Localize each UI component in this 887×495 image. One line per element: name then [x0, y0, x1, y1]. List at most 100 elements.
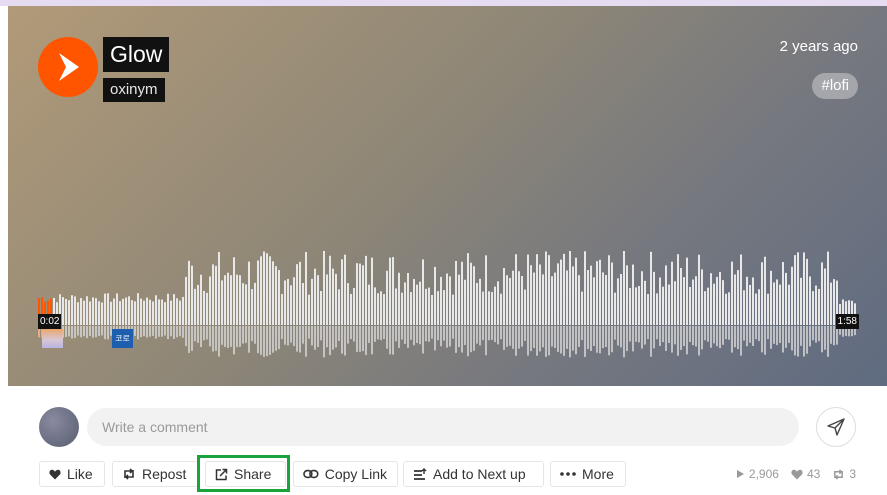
waveform-bar-reflection[interactable]: [815, 326, 817, 343]
waveform-bar-reflection[interactable]: [770, 326, 772, 349]
waveform-bar-reflection[interactable]: [590, 326, 592, 351]
waveform-bar[interactable]: [134, 301, 136, 325]
waveform-bar-reflection[interactable]: [335, 326, 337, 348]
waveform-bar-reflection[interactable]: [179, 326, 181, 337]
waveform-bar-reflection[interactable]: [326, 326, 328, 348]
waveform-bar[interactable]: [431, 294, 433, 325]
waveform-bar[interactable]: [614, 292, 616, 325]
waveform-bar[interactable]: [113, 298, 115, 325]
waveform-bar[interactable]: [815, 285, 817, 325]
waveform-bar-reflection[interactable]: [359, 326, 361, 352]
waveform-bar-reflection[interactable]: [614, 326, 616, 340]
waveform-bar[interactable]: [323, 251, 325, 325]
waveform-bar-reflection[interactable]: [143, 326, 145, 337]
waveform-bar-reflection[interactable]: [794, 326, 796, 356]
waveform-bar-reflection[interactable]: [704, 326, 706, 341]
waveform-bar[interactable]: [380, 291, 382, 325]
waveform-bar[interactable]: [797, 252, 799, 325]
waveform-bar[interactable]: [329, 255, 331, 325]
waveform-bar-reflection[interactable]: [386, 326, 388, 349]
waveform-bar-reflection[interactable]: [404, 326, 406, 344]
waveform-bar-reflection[interactable]: [227, 326, 229, 348]
waveform-bar[interactable]: [104, 293, 106, 325]
waveform-bar-reflection[interactable]: [221, 326, 223, 345]
waveform-bar-reflection[interactable]: [383, 326, 385, 339]
waveform-bar-reflection[interactable]: [485, 326, 487, 356]
waveform-bar-reflection[interactable]: [797, 326, 799, 357]
waveform-bar[interactable]: [197, 284, 199, 325]
waveform-bar-reflection[interactable]: [71, 326, 73, 339]
waveform-bar[interactable]: [302, 282, 304, 325]
waveform-bar-reflection[interactable]: [611, 326, 613, 353]
waveform-bar[interactable]: [233, 257, 235, 325]
waveform-bar[interactable]: [176, 298, 178, 325]
waveform-bar-reflection[interactable]: [107, 326, 109, 340]
waveform-bar-reflection[interactable]: [176, 326, 178, 338]
waveform-bar[interactable]: [383, 294, 385, 325]
waveform-bar[interactable]: [656, 293, 658, 325]
waveform-bar[interactable]: [440, 276, 442, 325]
waveform-bar[interactable]: [389, 257, 391, 325]
waveform-bar[interactable]: [317, 275, 319, 325]
waveform-bar-reflection[interactable]: [650, 326, 652, 357]
waveform-bar[interactable]: [755, 293, 757, 325]
waveform-bar[interactable]: [338, 289, 340, 325]
waveform-bar-reflection[interactable]: [683, 326, 685, 347]
waveform-bar-reflection[interactable]: [698, 326, 700, 356]
waveform-bar-reflection[interactable]: [701, 326, 703, 350]
waveform-bars[interactable]: [38, 251, 859, 361]
waveform-bar[interactable]: [92, 297, 94, 325]
waveform-bar-reflection[interactable]: [440, 326, 442, 347]
waveform-bar-reflection[interactable]: [158, 326, 160, 337]
waveform-bar[interactable]: [584, 251, 586, 325]
waveform-bar[interactable]: [356, 263, 358, 325]
waveform-bar-reflection[interactable]: [317, 326, 319, 347]
waveform-bar-reflection[interactable]: [185, 326, 187, 347]
waveform-bar-reflection[interactable]: [140, 326, 142, 338]
waveform-bar[interactable]: [626, 265, 628, 325]
waveform-bar-reflection[interactable]: [722, 326, 724, 345]
waveform-bar-reflection[interactable]: [656, 326, 658, 340]
waveform-bar-reflection[interactable]: [641, 326, 643, 349]
waveform-bar[interactable]: [587, 270, 589, 325]
waveform-bar[interactable]: [353, 288, 355, 325]
waveform-bar[interactable]: [71, 295, 73, 325]
waveform-bar[interactable]: [185, 276, 187, 325]
waveform-bar[interactable]: [320, 290, 322, 325]
waveform-bar[interactable]: [278, 270, 280, 325]
waveform-bar-reflection[interactable]: [761, 326, 763, 353]
waveform-bar[interactable]: [167, 293, 169, 325]
waveform-bar[interactable]: [791, 266, 793, 325]
waveform-bar[interactable]: [644, 280, 646, 325]
waveform-bar-reflection[interactable]: [608, 326, 610, 356]
waveform-bar[interactable]: [425, 288, 427, 325]
waveform-bar[interactable]: [533, 272, 535, 325]
waveform-bar[interactable]: [593, 277, 595, 325]
waveform-bar[interactable]: [86, 296, 88, 325]
waveform-bar[interactable]: [377, 293, 379, 325]
waveform-bar-reflection[interactable]: [515, 326, 517, 356]
waveform-bar-reflection[interactable]: [428, 326, 430, 342]
waveform-bar-reflection[interactable]: [719, 326, 721, 349]
waveform-bar-reflection[interactable]: [707, 326, 709, 342]
waveform-bar[interactable]: [443, 290, 445, 325]
waveform-bar-reflection[interactable]: [194, 326, 196, 342]
waveform-bar-reflection[interactable]: [632, 326, 634, 352]
waveform-bar-reflection[interactable]: [500, 326, 502, 340]
waveform-bar[interactable]: [494, 286, 496, 325]
waveform-bar[interactable]: [65, 298, 67, 325]
waveform-bar-reflection[interactable]: [275, 326, 277, 351]
waveform-bar-reflection[interactable]: [686, 326, 688, 355]
waveform-bar-reflection[interactable]: [203, 326, 205, 341]
waveform-bar-reflection[interactable]: [410, 326, 412, 340]
waveform-bar[interactable]: [371, 257, 373, 325]
waveform-bar-reflection[interactable]: [467, 326, 469, 357]
waveform-bar[interactable]: [647, 294, 649, 325]
waveform-bar[interactable]: [203, 290, 205, 325]
waveform-bar[interactable]: [782, 262, 784, 325]
waveform-bar[interactable]: [149, 299, 151, 325]
waveform-bar[interactable]: [464, 279, 466, 325]
waveform-bar-reflection[interactable]: [809, 326, 811, 347]
waveform-bar[interactable]: [473, 266, 475, 325]
waveform-bar-reflection[interactable]: [398, 326, 400, 348]
